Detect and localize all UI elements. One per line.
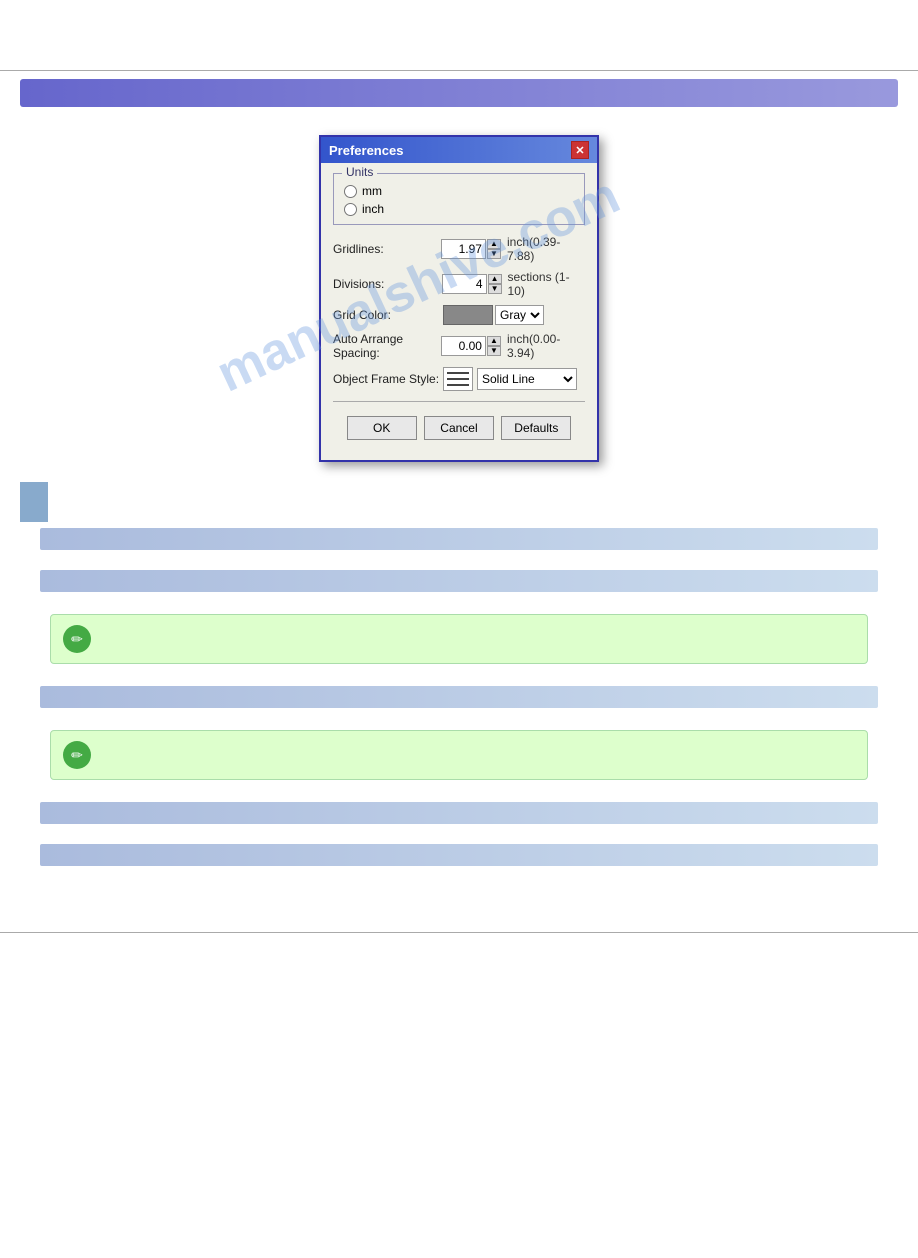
- note-icon-1: [63, 625, 91, 653]
- gridlines-row: Gridlines: ▲ ▼ inch(0.39-7.88): [333, 235, 585, 263]
- section-bar-1: [40, 528, 878, 550]
- divisions-up-arrow[interactable]: ▲: [488, 274, 502, 284]
- gridlines-label: Gridlines:: [333, 242, 441, 256]
- grid-color-row: Grid Color: Gray: [333, 305, 585, 325]
- note-box-2: [50, 730, 868, 780]
- radio-mm-label: mm: [362, 184, 382, 198]
- gridlines-input[interactable]: [441, 239, 486, 259]
- frame-line-2: [447, 378, 469, 380]
- gridlines-up-arrow[interactable]: ▲: [487, 239, 501, 249]
- main-content: manualshive.com Preferences ✕ Units mm: [0, 115, 918, 902]
- top-divider: [0, 70, 918, 71]
- divisions-down-arrow[interactable]: ▼: [488, 284, 502, 294]
- frame-line-1: [447, 372, 469, 374]
- divisions-label: Divisions:: [333, 277, 442, 291]
- header-bar: [20, 79, 898, 107]
- cancel-button[interactable]: Cancel: [424, 416, 494, 440]
- dialog-body: Units mm inch Gridlines:: [321, 163, 597, 460]
- color-swatch: [443, 305, 493, 325]
- note-box-1: [50, 614, 868, 664]
- radio-mm-row: mm: [344, 184, 574, 198]
- defaults-button[interactable]: Defaults: [501, 416, 571, 440]
- dialog-titlebar: Preferences ✕: [321, 137, 597, 163]
- gridlines-hint: inch(0.39-7.88): [507, 235, 585, 263]
- dialog-divider: [333, 401, 585, 402]
- color-select[interactable]: Gray: [495, 305, 544, 325]
- auto-arrange-input-group: ▲ ▼ inch(0.00-3.94): [441, 332, 585, 360]
- gridlines-down-arrow[interactable]: ▼: [487, 249, 501, 259]
- gridlines-spinners: ▲ ▼: [487, 239, 501, 259]
- divisions-spinners: ▲ ▼: [488, 274, 502, 294]
- units-legend: Units: [342, 165, 377, 179]
- divisions-input[interactable]: [442, 274, 487, 294]
- frame-style-icon: [443, 367, 473, 391]
- grid-color-label: Grid Color:: [333, 308, 443, 322]
- frame-style-select[interactable]: Solid Line: [477, 368, 577, 390]
- dialog-overlay: Preferences ✕ Units mm inch: [20, 135, 898, 462]
- object-frame-label: Object Frame Style:: [333, 372, 443, 386]
- auto-arrange-down-arrow[interactable]: ▼: [487, 346, 501, 356]
- ok-button[interactable]: OK: [347, 416, 417, 440]
- section-bar-2: [40, 570, 878, 592]
- frame-line-3: [447, 384, 469, 386]
- dialog-title: Preferences: [329, 143, 403, 158]
- bottom-divider: [0, 932, 918, 933]
- radio-inch-label: inch: [362, 202, 384, 216]
- auto-arrange-input[interactable]: [441, 336, 486, 356]
- radio-inch-input[interactable]: [344, 203, 357, 216]
- preferences-dialog: Preferences ✕ Units mm inch: [319, 135, 599, 462]
- dialog-close-button[interactable]: ✕: [571, 141, 589, 159]
- section-bar-3: [40, 686, 878, 708]
- dialog-buttons: OK Cancel Defaults: [333, 408, 585, 450]
- auto-arrange-up-arrow[interactable]: ▲: [487, 336, 501, 346]
- auto-arrange-hint: inch(0.00-3.94): [507, 332, 585, 360]
- object-frame-row: Object Frame Style: Solid Line: [333, 367, 585, 391]
- grid-color-input-group: Gray: [443, 305, 544, 325]
- units-group: Units mm inch: [333, 173, 585, 225]
- divisions-hint: sections (1-10): [508, 270, 585, 298]
- note-icon-2: [63, 741, 91, 769]
- auto-arrange-row: Auto Arrange Spacing: ▲ ▼ inch(0.00-3.94…: [333, 332, 585, 360]
- divisions-row: Divisions: ▲ ▼ sections (1-10): [333, 270, 585, 298]
- auto-arrange-spinners: ▲ ▼: [487, 336, 501, 356]
- section-bar-4: [40, 802, 878, 824]
- side-tab: [20, 482, 48, 522]
- divisions-input-group: ▲ ▼ sections (1-10): [442, 270, 585, 298]
- gridlines-input-group: ▲ ▼ inch(0.39-7.88): [441, 235, 585, 263]
- section-bar-5: [40, 844, 878, 866]
- auto-arrange-label: Auto Arrange Spacing:: [333, 332, 441, 360]
- radio-inch-row: inch: [344, 202, 574, 216]
- radio-mm-input[interactable]: [344, 185, 357, 198]
